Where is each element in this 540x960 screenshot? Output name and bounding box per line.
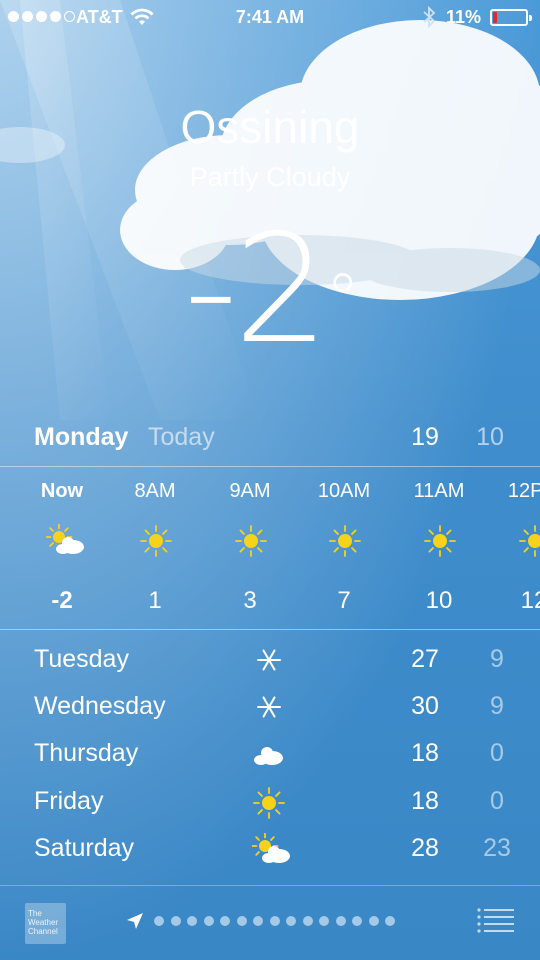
daily-high: 27	[411, 645, 439, 673]
daily-high: 28	[411, 833, 439, 862]
sun-icon	[234, 524, 268, 558]
sun-icon	[139, 524, 173, 558]
sun-icon	[518, 524, 540, 558]
current-condition: Partly Cloudy	[189, 162, 351, 192]
daily-low: 0	[490, 739, 504, 768]
daily-day-name: Saturday	[34, 833, 135, 862]
bluetooth-icon	[423, 6, 436, 28]
daily-low: 0	[490, 786, 504, 815]
battery-level	[493, 12, 497, 23]
today-day-name: Monday	[34, 423, 129, 451]
page-dot[interactable]	[253, 916, 263, 926]
page-dot[interactable]	[385, 916, 395, 926]
hourly-temp: 3	[243, 587, 257, 614]
sun-icon	[423, 524, 457, 558]
hourly-time: Now	[40, 480, 84, 502]
daily-row: Friday 18 0	[0, 782, 540, 822]
current-temp-value: -2	[183, 203, 330, 377]
daily-day-name: Tuesday	[34, 645, 129, 673]
partly-cloudy-icon	[45, 523, 84, 558]
logo-text-2: Weather	[28, 918, 59, 927]
hourly-temp: 1	[148, 587, 162, 614]
daily-day-name: Friday	[34, 786, 104, 815]
page-indicator[interactable]	[154, 916, 395, 926]
hourly-temp: 12	[520, 587, 540, 614]
hourly-time: 12PM	[507, 480, 540, 502]
today-summary: Monday Today 19 10	[0, 418, 540, 458]
daily-high: 18	[411, 739, 439, 768]
daily-low: 9	[490, 645, 504, 673]
daily-day-name: Thursday	[34, 739, 139, 768]
bottom-bar: The Weather Channel	[0, 885, 540, 960]
today-low: 10	[476, 423, 504, 451]
hourly-temp: -2	[51, 587, 73, 614]
page-dot[interactable]	[352, 916, 362, 926]
logo-text-1: The	[28, 909, 42, 918]
page-dot[interactable]	[220, 916, 230, 926]
page-dot[interactable]	[187, 916, 197, 926]
cloud-icon	[252, 738, 286, 770]
battery-percent: 11%	[446, 7, 482, 27]
today-label: Today	[148, 423, 215, 451]
daily-high: 18	[411, 786, 439, 815]
page-dot[interactable]	[154, 916, 164, 926]
page-dot[interactable]	[302, 916, 313, 926]
page-dot[interactable]	[170, 916, 181, 926]
status-bar: AT&T 7:41 AM 11%	[0, 0, 540, 36]
list-icon[interactable]	[476, 907, 514, 935]
page-dot[interactable]	[236, 916, 247, 926]
daily-row: Thursday 18 0	[0, 734, 540, 774]
daily-row: Wednesday 30 9	[0, 687, 540, 727]
daily-high: 30	[411, 692, 439, 721]
hourly-time: 10AM	[317, 480, 371, 502]
sun-icon	[252, 786, 286, 819]
page-dot[interactable]	[368, 916, 379, 926]
weather-channel-logo[interactable]: The Weather Channel	[25, 903, 66, 944]
divider-middle	[0, 629, 540, 630]
battery-icon	[490, 9, 532, 26]
daily-row: Tuesday 27 9	[0, 640, 540, 680]
partly-cloudy-icon	[251, 832, 290, 865]
divider-top	[0, 466, 540, 467]
city-name: Ossining	[180, 101, 360, 153]
hourly-time: 8AM	[134, 480, 176, 502]
page-dot[interactable]	[269, 916, 280, 926]
location-arrow-icon[interactable]	[125, 911, 145, 931]
snow-icon	[252, 691, 286, 723]
today-high: 19	[411, 423, 439, 451]
page-dot[interactable]	[286, 916, 296, 926]
sun-icon	[328, 524, 362, 558]
daily-low: 9	[490, 692, 504, 721]
hourly-temp: 7	[337, 587, 351, 614]
daily-day-name: Wednesday	[34, 692, 166, 721]
page-dot[interactable]	[319, 916, 329, 926]
page-dot[interactable]	[203, 916, 214, 926]
hourly-time: 11AM	[413, 480, 465, 502]
hourly-forecast[interactable]: Now -2 8AM 1 9AM 3 10AM 7 11AM 10 12PM 12	[0, 468, 540, 628]
current-temperature: -2°	[0, 215, 540, 365]
degree-symbol: °	[325, 259, 360, 341]
snow-icon	[252, 644, 286, 676]
logo-text-3: Channel	[28, 927, 58, 936]
hourly-time: 9AM	[229, 480, 271, 502]
hourly-temp: 10	[425, 587, 453, 614]
page-dot[interactable]	[335, 916, 346, 926]
daily-low: 23	[483, 833, 511, 862]
daily-row: Saturday 28 23	[0, 829, 540, 869]
